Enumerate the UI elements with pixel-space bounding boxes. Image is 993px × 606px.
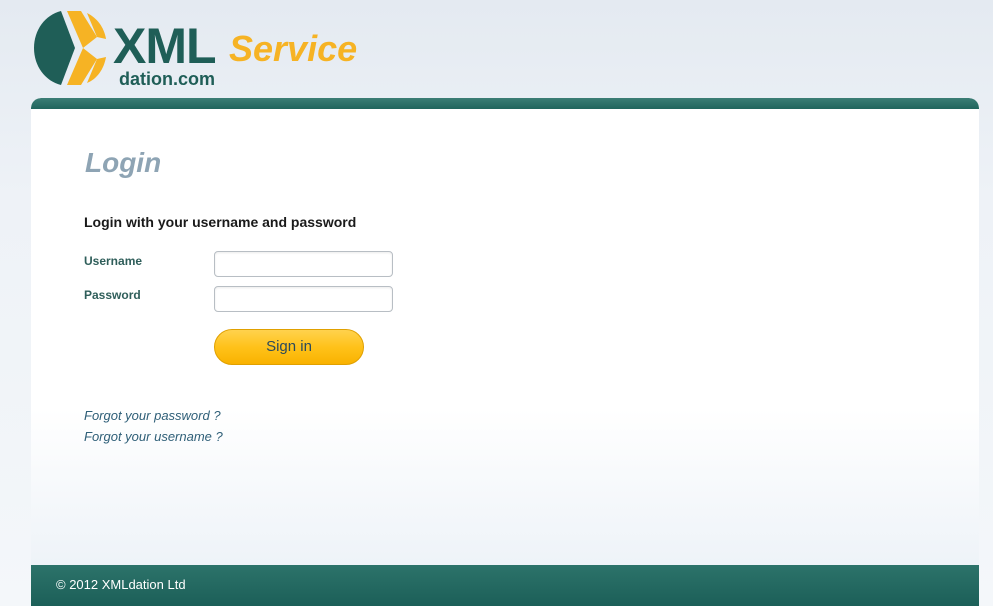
logo-service-text: Service bbox=[229, 28, 358, 69]
panel-top-bar bbox=[31, 98, 979, 109]
login-instructions: Login with your username and password bbox=[84, 214, 357, 230]
xmldation-x-logo-icon bbox=[34, 11, 106, 85]
logo[interactable]: XML Service dation.com bbox=[31, 9, 371, 89]
login-content: Login Login with your username and passw… bbox=[31, 109, 979, 565]
logo-xml-text: XML bbox=[113, 18, 217, 74]
forgot-username-link[interactable]: Forgot your username ? bbox=[84, 429, 223, 444]
password-label: Password bbox=[84, 288, 141, 302]
header: XML Service dation.com bbox=[0, 0, 993, 100]
sign-in-button[interactable]: Sign in bbox=[214, 329, 364, 365]
forgot-password-link[interactable]: Forgot your password ? bbox=[84, 408, 221, 423]
password-input[interactable] bbox=[214, 286, 393, 312]
main-panel: Login Login with your username and passw… bbox=[31, 98, 979, 606]
username-label: Username bbox=[84, 254, 143, 268]
username-input[interactable] bbox=[214, 251, 393, 277]
copyright-text: © 2012 XMLdation Ltd bbox=[56, 577, 186, 592]
page-title: Login bbox=[85, 147, 162, 178]
footer: © 2012 XMLdation Ltd bbox=[31, 565, 979, 606]
logo-domain-text: dation.com bbox=[119, 69, 216, 89]
